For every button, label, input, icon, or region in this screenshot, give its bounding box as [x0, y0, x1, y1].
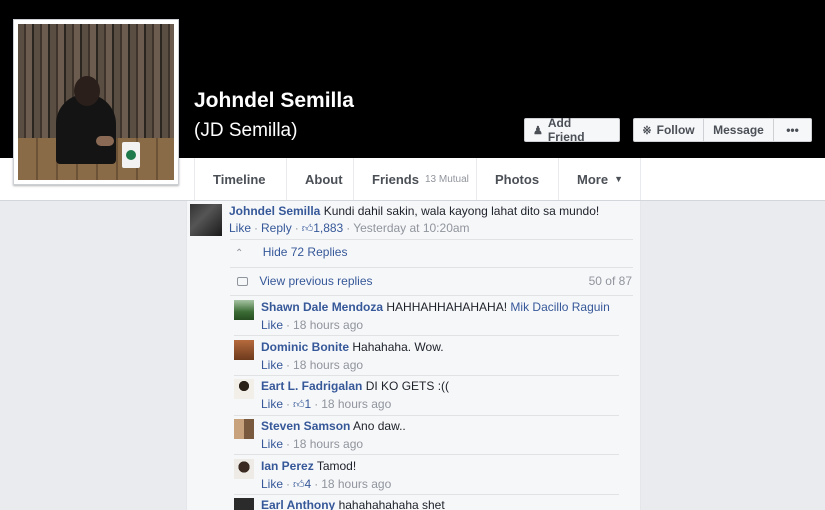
- divider: [230, 295, 633, 296]
- profile-picture[interactable]: [13, 19, 179, 185]
- like-count-link[interactable]: 👍︎1,883: [302, 221, 344, 235]
- profile-actions: ♟ Add Friend ※ Follow Message •••: [524, 116, 812, 144]
- avatar[interactable]: [234, 340, 254, 360]
- tab-photos-label: Photos: [495, 171, 540, 187]
- avatar[interactable]: [234, 379, 254, 399]
- thumbs-up-icon: 👍︎: [293, 399, 305, 411]
- more-options-icon: •••: [786, 123, 799, 137]
- like-link[interactable]: Like: [261, 397, 283, 411]
- reply-text: DI KO GETS :((: [365, 379, 450, 393]
- tab-friends-label: Friends: [372, 171, 419, 187]
- message-label: Message: [713, 123, 764, 137]
- reply-text: Tamod!: [316, 459, 357, 473]
- rss-icon: ※: [642, 124, 652, 137]
- divider: [234, 454, 619, 455]
- reply-author[interactable]: Steven Samson: [261, 419, 350, 433]
- divider: [234, 335, 619, 336]
- tab-more[interactable]: More ▼: [559, 158, 641, 200]
- like-link[interactable]: Like: [261, 437, 283, 451]
- hide-replies-label: Hide 72 Replies: [262, 245, 348, 259]
- tab-photos[interactable]: Photos: [477, 158, 559, 200]
- tab-friends[interactable]: Friends 13 Mutual: [354, 158, 477, 200]
- caret-down-icon: ▼: [614, 174, 623, 184]
- comments-panel: Johndel Semilla Kundi dahil sakin, wala …: [186, 201, 641, 510]
- comment-author[interactable]: Johndel Semilla: [229, 204, 320, 218]
- add-friend-button[interactable]: ♟ Add Friend: [524, 116, 620, 144]
- avatar[interactable]: [234, 300, 254, 320]
- reply-text: Ano daw..: [353, 419, 406, 433]
- like-count: 4: [304, 477, 312, 491]
- reply-timestamp[interactable]: 18 hours ago: [321, 477, 391, 491]
- reply-timestamp[interactable]: 18 hours ago: [293, 358, 363, 372]
- reply-text: Hahahaha. Wow.: [352, 340, 444, 354]
- reply-timestamp[interactable]: 18 hours ago: [293, 437, 363, 451]
- divider: [234, 494, 619, 495]
- like-count-link[interactable]: 👍︎4: [293, 477, 311, 491]
- view-previous-label: View previous replies: [259, 274, 373, 288]
- divider: [230, 239, 633, 240]
- like-link[interactable]: Like: [229, 221, 251, 235]
- hide-replies-link[interactable]: ⌃ Hide 72 Replies: [235, 245, 347, 259]
- add-friend-label: Add Friend: [547, 116, 585, 144]
- mutual-friends-count: 13 Mutual: [424, 173, 469, 185]
- comment-bubble-icon: [237, 277, 248, 286]
- avatar[interactable]: [234, 419, 254, 439]
- like-count: 1: [304, 397, 312, 411]
- reply-text: hahahahahaha shet: [338, 498, 445, 510]
- tab-timeline-label: Timeline: [213, 171, 266, 187]
- mention-link[interactable]: Mik Dacillo Raguin: [510, 300, 609, 314]
- comment-timestamp[interactable]: Yesterday at 10:20am: [353, 221, 469, 235]
- tab-about-label: About: [305, 171, 343, 187]
- profile-alternate-name: (JD Semilla): [194, 120, 298, 141]
- profile-photo-image: [18, 24, 174, 180]
- divider: [234, 375, 619, 376]
- avatar[interactable]: [234, 459, 254, 479]
- comment-text: Kundi dahil sakin, wala kayong lahat dit…: [323, 204, 600, 218]
- reply-author[interactable]: Earl Anthony: [261, 498, 335, 510]
- follow-button[interactable]: ※ Follow: [633, 118, 704, 142]
- like-link[interactable]: Like: [261, 318, 283, 332]
- avatar[interactable]: [190, 204, 222, 236]
- reply-link[interactable]: Reply: [261, 221, 292, 235]
- chevron-up-icon: ⌃: [235, 248, 244, 259]
- like-link[interactable]: Like: [261, 358, 283, 372]
- reply-timestamp[interactable]: 18 hours ago: [293, 318, 363, 332]
- add-friend-icon: ♟: [533, 124, 543, 137]
- reply-author[interactable]: Eart L. Fadrigalan: [261, 379, 362, 393]
- tab-more-label: More: [577, 171, 609, 187]
- tab-about[interactable]: About: [287, 158, 354, 200]
- reply-author[interactable]: Shawn Dale Mendoza: [261, 300, 383, 314]
- profile-name[interactable]: Johndel Semilla: [194, 89, 354, 113]
- like-link[interactable]: Like: [261, 477, 283, 491]
- divider: [234, 415, 619, 416]
- like-count-link[interactable]: 👍︎1: [293, 397, 311, 411]
- message-button[interactable]: Message: [704, 118, 774, 142]
- follow-label: Follow: [656, 123, 695, 137]
- reply-timestamp[interactable]: 18 hours ago: [321, 397, 391, 411]
- reply-author[interactable]: Dominic Bonite: [261, 340, 349, 354]
- reply-text: HAHHAHHAHAHAHA!: [386, 300, 508, 314]
- more-options-button[interactable]: •••: [774, 118, 812, 142]
- avatar[interactable]: [234, 498, 254, 510]
- tab-timeline[interactable]: Timeline: [194, 158, 287, 200]
- divider: [230, 267, 633, 268]
- reply-pagination-count: 50 of 87: [588, 274, 632, 288]
- thumbs-up-icon: 👍︎: [301, 223, 314, 235]
- reply-author[interactable]: Ian Perez: [261, 459, 314, 473]
- like-count: 1,883: [313, 221, 344, 235]
- view-previous-replies[interactable]: View previous replies 50 of 87: [237, 274, 632, 288]
- thumbs-up-icon: 👍︎: [293, 479, 305, 491]
